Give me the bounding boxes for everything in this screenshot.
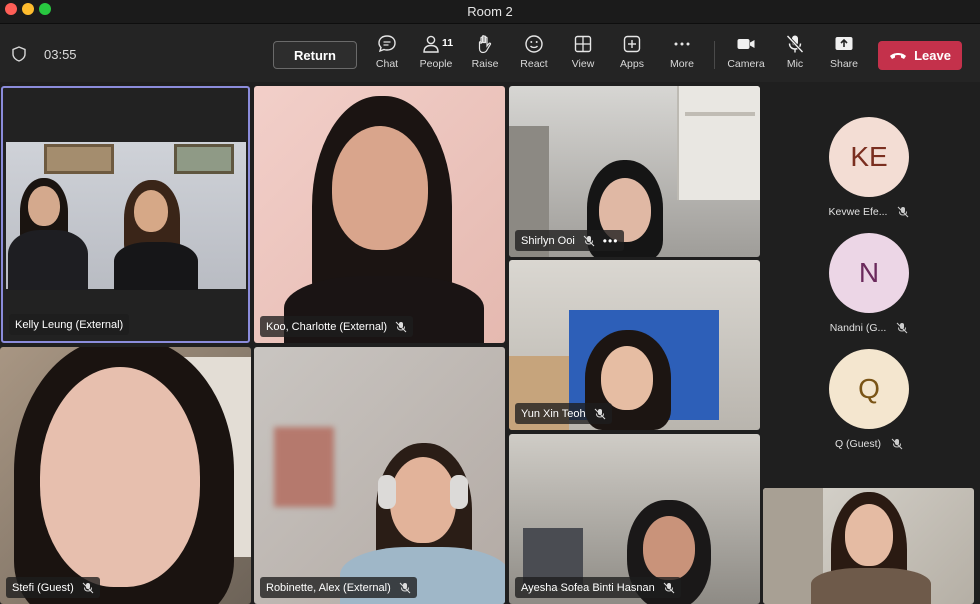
avatar-q-guest[interactable]: Q <box>829 349 909 429</box>
camera-label: Camera <box>727 58 765 70</box>
earmuff <box>450 475 468 509</box>
share-button[interactable]: Share <box>820 33 868 75</box>
meeting-timer: 03:55 <box>44 47 77 62</box>
mic-off-icon <box>583 235 595 246</box>
people-label: People <box>419 58 453 70</box>
window-title: Room 2 <box>467 4 513 19</box>
meeting-toolbar: 03:55 Return Chat 11 People Raise React … <box>0 24 980 82</box>
camera-icon <box>737 39 755 49</box>
video-tile-koo-charlotte[interactable]: Koo, Charlotte (External) <box>254 86 505 343</box>
video-feed <box>6 142 246 290</box>
view-label: View <box>571 58 595 70</box>
chat-label: Chat <box>375 58 399 70</box>
video-tile-yun-xin-teoh[interactable]: Yun Xin Teoh <box>509 260 760 430</box>
people-button[interactable]: 11 People <box>412 33 460 75</box>
share-screen-icon <box>835 37 853 50</box>
more-button[interactable]: More <box>658 33 706 75</box>
people-count-badge: 11 <box>442 37 454 49</box>
grid-view-icon <box>574 35 592 53</box>
avatar-initials: Q <box>858 373 880 404</box>
react-label: React <box>520 58 548 70</box>
people-icon <box>423 35 439 53</box>
mic-off-icon <box>898 206 909 218</box>
video-tile-ayesha-sofea[interactable]: Ayesha Sofea Binti Hasnan <box>509 434 760 604</box>
hand-icon <box>478 35 492 54</box>
avatar-kevwe[interactable]: KE <box>829 117 909 197</box>
leave-button[interactable]: Leave <box>878 41 962 70</box>
wall-painting <box>174 144 234 174</box>
participant-name-tag: Yun Xin Teoh <box>515 403 612 424</box>
chat-button[interactable]: Chat <box>363 33 411 75</box>
earmuff <box>378 475 396 509</box>
participant-name-tag: Ayesha Sofea Binti Hasnan <box>515 577 681 598</box>
participant-name-tag: Robinette, Alex (External) <box>260 577 417 598</box>
raise-label: Raise <box>471 58 499 70</box>
toolbar-divider <box>714 41 715 69</box>
mic-off-icon <box>786 34 804 54</box>
wall-painting <box>44 144 114 174</box>
mic-off-icon <box>399 582 411 593</box>
apps-label: Apps <box>620 58 644 70</box>
video-tile-kelly-leung[interactable]: Kelly Leung (External) <box>1 86 250 343</box>
more-label: More <box>670 58 694 70</box>
video-tile-robinette-alex[interactable]: Robinette, Alex (External) <box>254 347 505 604</box>
participant-name-tag: Stefi (Guest) <box>6 577 100 598</box>
hang-up-icon <box>890 52 907 59</box>
shelf <box>677 86 760 200</box>
roster-name-q-guest: Q (Guest) <box>804 438 934 450</box>
mic-off-icon <box>82 582 94 593</box>
participant-name-tag: Koo, Charlotte (External) <box>260 316 414 337</box>
mic-off-icon <box>896 322 908 334</box>
chat-icon <box>378 35 396 53</box>
avatar-initials: KE <box>850 141 888 172</box>
add-app-icon <box>623 35 641 53</box>
mic-off-icon <box>594 408 606 419</box>
return-button[interactable]: Return <box>273 41 357 69</box>
apps-button[interactable]: Apps <box>608 33 656 75</box>
more-options-icon[interactable]: ••• <box>603 234 619 248</box>
wall-poster <box>274 427 334 507</box>
roster-name-kevwe: Kevwe Efe... <box>804 206 934 218</box>
react-button[interactable]: React <box>510 33 558 75</box>
participant-name-tag: Kelly Leung (External) <box>9 314 130 335</box>
camera-button[interactable]: Camera <box>722 33 770 75</box>
mic-button[interactable]: Mic <box>771 33 819 75</box>
self-view-video[interactable] <box>763 488 974 604</box>
avatar-nandni[interactable]: N <box>829 233 909 313</box>
mic-off-icon <box>891 438 903 450</box>
roster-name-nandni: Nandni (G... <box>804 322 934 334</box>
mic-off-icon <box>663 582 675 593</box>
video-tile-shirlyn-ooi[interactable]: Shirlyn Ooi ••• <box>509 86 760 257</box>
mic-off-icon <box>395 321 407 332</box>
shield-icon[interactable] <box>11 46 27 62</box>
smiley-icon <box>525 35 543 53</box>
video-tile-stefi[interactable]: Stefi (Guest) <box>0 347 251 604</box>
participant-name-tag: Shirlyn Ooi ••• <box>515 230 625 251</box>
ellipsis-icon <box>674 42 690 46</box>
view-button[interactable]: View <box>559 33 607 75</box>
window-titlebar: Room 2 <box>0 0 980 24</box>
share-label: Share <box>829 58 859 70</box>
leave-label: Leave <box>914 48 951 63</box>
mic-label: Mic <box>786 58 804 70</box>
raise-hand-button[interactable]: Raise <box>461 33 509 75</box>
avatar-initials: N <box>858 257 880 288</box>
